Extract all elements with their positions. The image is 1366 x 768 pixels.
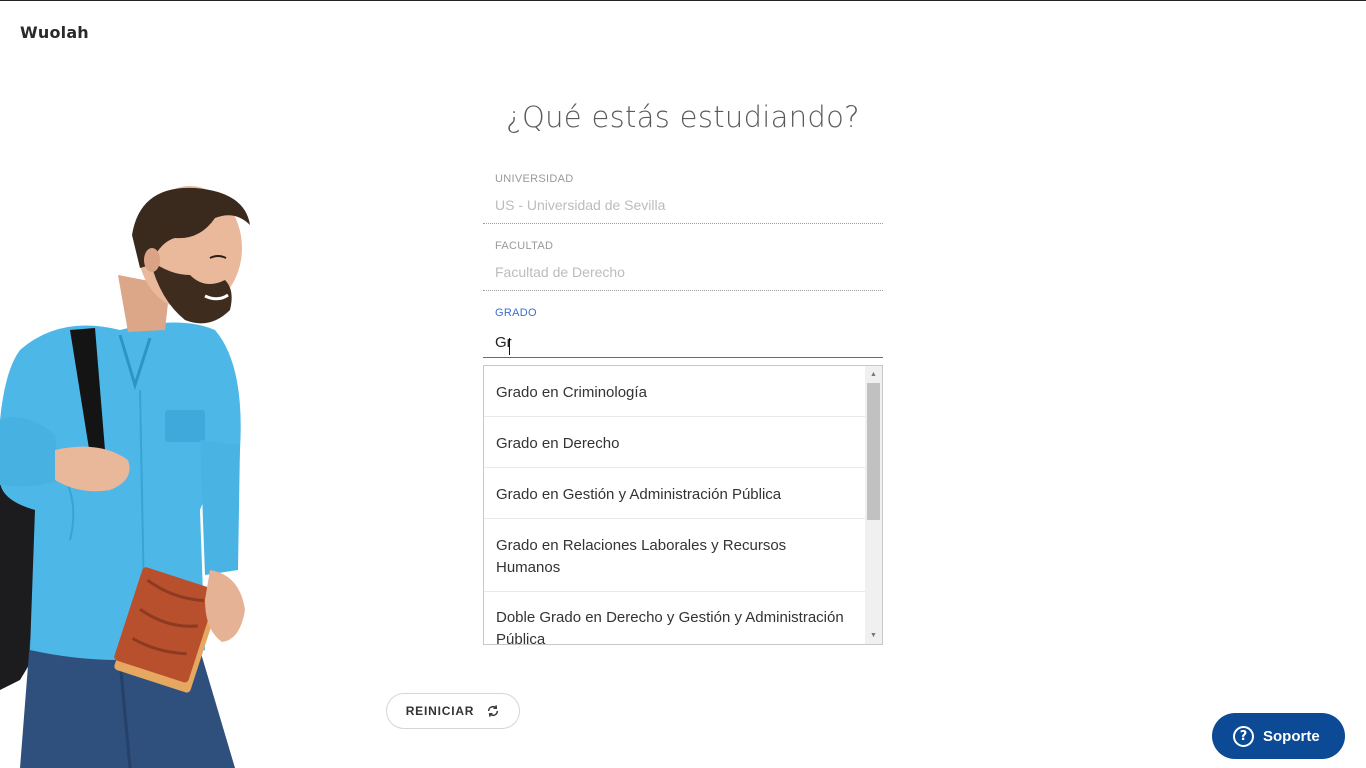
grado-label: GRADO xyxy=(495,307,537,319)
universidad-value[interactable]: US - Universidad de Sevilla xyxy=(495,197,665,213)
facultad-underline xyxy=(483,290,883,291)
suggestion-item[interactable]: Grado en Gestión y Administración Públic… xyxy=(484,468,866,519)
scroll-down-arrow-icon[interactable]: ▼ xyxy=(865,627,882,644)
suggestion-item[interactable]: Grado en Criminología xyxy=(484,366,866,417)
suggestion-item[interactable]: Grado en Derecho xyxy=(484,417,866,468)
logo[interactable]: Wuolah xyxy=(20,23,89,42)
universidad-label: UNIVERSIDAD xyxy=(495,173,574,185)
suggestion-item[interactable]: Grado en Relaciones Laborales y Recursos… xyxy=(484,519,866,592)
scroll-up-arrow-icon[interactable]: ▲ xyxy=(865,366,882,383)
grado-field[interactable]: GRADO xyxy=(483,307,883,365)
grado-suggestions-dropdown[interactable]: Grado en Criminología Grado en Derecho G… xyxy=(483,365,883,645)
suggestions-list: Grado en Criminología Grado en Derecho G… xyxy=(484,366,866,644)
text-caret xyxy=(509,338,510,355)
help-circle-icon: ? xyxy=(1233,725,1254,747)
reset-button-label: REINICIAR xyxy=(405,704,475,718)
facultad-value[interactable]: Facultad de Derecho xyxy=(495,264,625,280)
dropdown-scrollbar[interactable]: ▲ ▼ xyxy=(865,366,882,644)
refresh-icon xyxy=(488,705,499,717)
support-button[interactable]: ? Soporte xyxy=(1212,713,1345,759)
universidad-field[interactable]: UNIVERSIDAD US - Universidad de Sevilla xyxy=(483,173,883,231)
top-border xyxy=(0,0,1366,1)
reset-button[interactable]: REINICIAR xyxy=(386,693,520,729)
student-hero-image xyxy=(0,180,280,768)
universidad-underline xyxy=(483,223,883,224)
suggestion-item[interactable]: Doble Grado en Derecho y Gestión y Admin… xyxy=(484,592,866,644)
facultad-label: FACULTAD xyxy=(495,240,554,252)
grado-input[interactable] xyxy=(483,329,883,355)
support-button-label: Soporte xyxy=(1263,727,1320,745)
page-title: ¿Qué estás estudiando? xyxy=(506,100,860,134)
facultad-field[interactable]: FACULTAD Facultad de Derecho xyxy=(483,240,883,298)
grado-underline xyxy=(483,357,883,358)
scrollbar-thumb[interactable] xyxy=(867,383,880,520)
